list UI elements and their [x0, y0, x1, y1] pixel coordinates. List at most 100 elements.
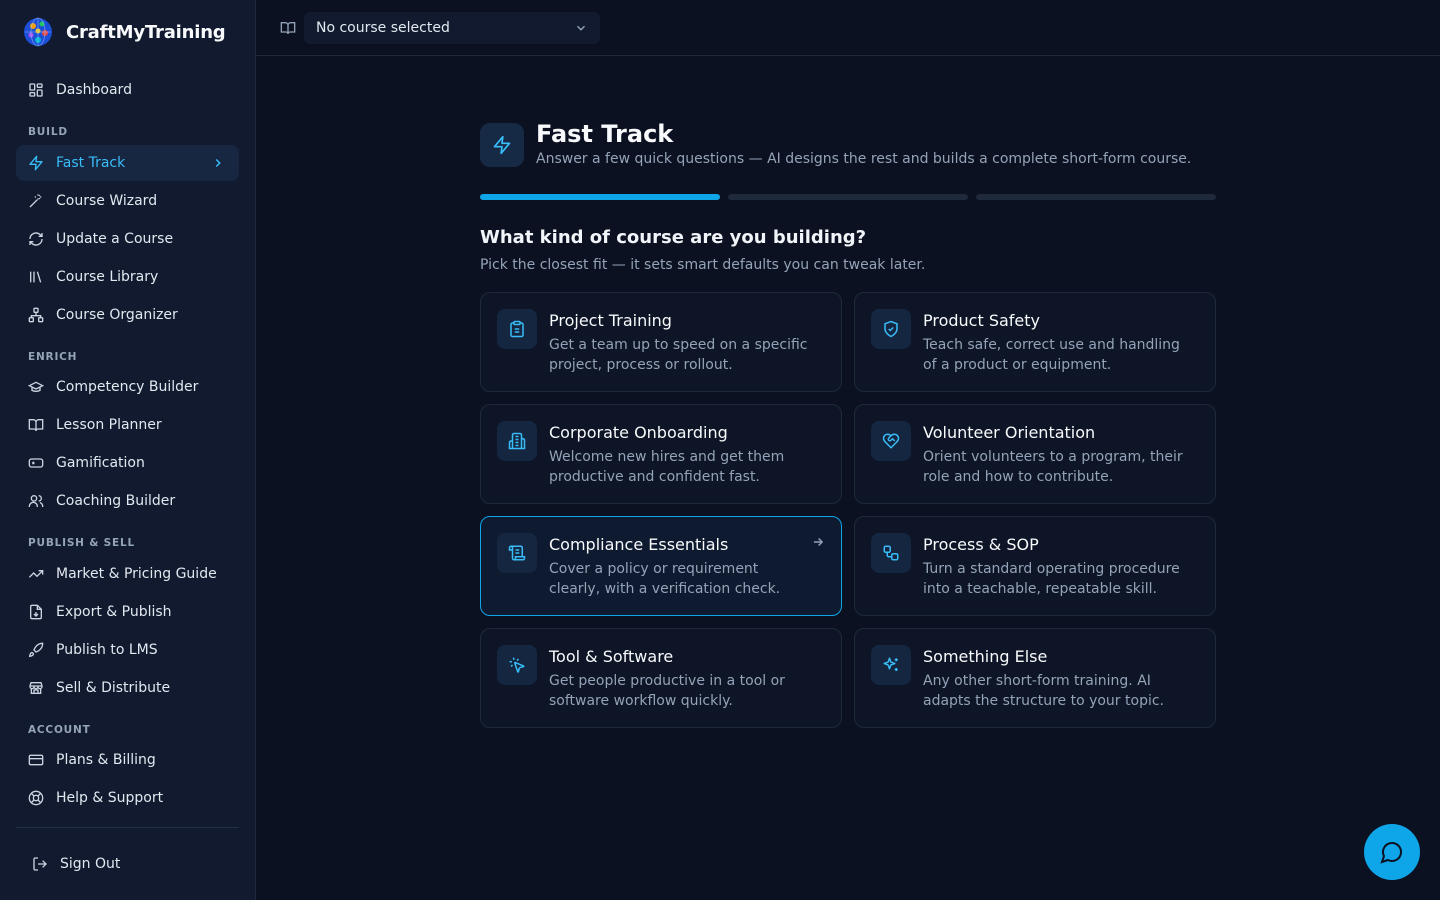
book-open-icon [280, 22, 296, 35]
course-select-value: No course selected [316, 20, 450, 36]
card-description: Any other short-form training. AI adapts… [923, 673, 1164, 709]
users-icon [28, 495, 44, 507]
card-title: Volunteer Orientation [923, 423, 1096, 442]
sign-out-button[interactable]: Sign Out [20, 846, 243, 882]
section-enrich: ENRICH [28, 351, 78, 363]
sidebar-item-coaching-builder[interactable]: Coaching Builder [16, 483, 239, 519]
sidebar-item-label: Gamification [56, 455, 145, 471]
sidebar-item-market-pricing[interactable]: Market & Pricing Guide [16, 556, 239, 592]
file-export-icon [30, 604, 42, 620]
card-description: Get people productive in a tool or softw… [549, 673, 785, 709]
card-description: Turn a standard operating procedure into… [923, 561, 1180, 597]
network-icon [28, 307, 44, 323]
brand[interactable]: CraftMyTraining [22, 16, 226, 48]
card-volunteer-orientation[interactable]: Volunteer Orientation Orient volunteers … [854, 404, 1216, 504]
topbar: No course selected [256, 0, 1440, 56]
scroll-icon [508, 545, 526, 561]
card-corporate-onboarding[interactable]: Corporate Onboarding Welcome new hires a… [480, 404, 842, 504]
zap-icon [493, 135, 511, 155]
layout-grid-icon [29, 83, 43, 97]
card-icon-box [497, 309, 537, 349]
card-icon-box [871, 645, 911, 685]
sidebar-item-export-publish[interactable]: Export & Publish [16, 594, 239, 630]
store-icon [29, 682, 43, 694]
brand-name: CraftMyTraining [66, 21, 226, 43]
sidebar-item-label: Lesson Planner [56, 417, 162, 433]
gamepad-icon [28, 458, 44, 468]
card-title: Compliance Essentials [549, 535, 729, 554]
sidebar-item-label: Coaching Builder [56, 493, 176, 509]
sidebar-item-label: Export & Publish [56, 604, 172, 620]
sidebar-item-course-wizard[interactable]: Course Wizard [16, 183, 239, 219]
sidebar: CraftMyTraining Dashboard BUILD Fast Tra… [0, 0, 256, 900]
book-open-icon [28, 419, 44, 432]
card-description: Teach safe, correct use and handling of … [923, 337, 1180, 373]
arrow-right-icon [813, 537, 824, 547]
card-product-safety[interactable]: Product Safety Teach safe, correct use a… [854, 292, 1216, 392]
sidebar-item-label: Plans & Billing [56, 752, 156, 768]
sidebar-item-fast-track[interactable]: Fast Track [16, 145, 239, 181]
sidebar-item-lesson-planner[interactable]: Lesson Planner [16, 407, 239, 443]
sidebar-item-publish-lms[interactable]: Publish to LMS [16, 632, 239, 668]
card-something-else[interactable]: Something Else Any other short-form trai… [854, 628, 1216, 728]
graduation-cap-icon [28, 381, 44, 392]
sign-out-label: Sign Out [60, 856, 121, 872]
sidebar-item-update-course[interactable]: Update a Course [16, 221, 239, 257]
log-out-icon [33, 857, 47, 871]
sidebar-item-label: Course Wizard [56, 193, 158, 209]
sidebar-item-course-library[interactable]: Course Library [16, 259, 239, 295]
refresh-icon [29, 232, 43, 246]
card-title: Tool & Software [549, 647, 674, 666]
section-build: BUILD [28, 126, 68, 138]
card-compliance-essentials[interactable]: Compliance Essentials Cover a policy or … [480, 516, 842, 616]
card-tool-software[interactable]: Tool & Software Get people productive in… [480, 628, 842, 728]
progress-step-3 [976, 194, 1216, 200]
card-title: Product Safety [923, 311, 1041, 330]
building-icon [508, 432, 526, 450]
card-process-sop[interactable]: Process & SOP Turn a standard operating … [854, 516, 1216, 616]
chat-support-button[interactable] [1364, 824, 1420, 880]
card-title: Process & SOP [923, 535, 1039, 554]
sidebar-divider [16, 827, 239, 828]
sidebar-item-course-organizer[interactable]: Course Organizer [16, 297, 239, 333]
shield-check-icon [884, 320, 898, 338]
card-description: Cover a policy or requirement clearly, w… [549, 561, 781, 597]
heart-handshake-icon [882, 433, 900, 449]
sidebar-item-gamification[interactable]: Gamification [16, 445, 239, 481]
life-buoy-icon [28, 790, 44, 806]
card-icon-box [871, 533, 911, 573]
globe-logo-icon [24, 17, 52, 47]
trending-up-icon [28, 570, 44, 578]
sidebar-item-competency-builder[interactable]: Competency Builder [16, 369, 239, 405]
card-description: Orient volunteers to a program, their ro… [923, 449, 1183, 485]
card-description: Get a team up to speed on a specific pro… [549, 337, 808, 373]
wand-icon [29, 194, 42, 208]
workflow-icon [883, 545, 899, 561]
chevron-down-icon [576, 25, 586, 31]
sidebar-item-plans-billing[interactable]: Plans & Billing [16, 742, 239, 778]
sidebar-item-label: Sell & Distribute [56, 680, 171, 696]
sidebar-item-help-support[interactable]: Help & Support [16, 780, 239, 816]
card-title: Corporate Onboarding [549, 423, 728, 442]
card-icon-box [871, 421, 911, 461]
rocket-icon [28, 642, 44, 658]
section-publish-sell: PUBLISH & SELL [28, 537, 135, 549]
sidebar-item-label: Publish to LMS [56, 642, 158, 658]
sidebar-item-label: Fast Track [56, 155, 126, 171]
card-description: Welcome new hires and get them productiv… [549, 449, 785, 485]
question-hint: Pick the closest fit — it sets smart def… [480, 257, 926, 273]
clipboard-icon [510, 320, 524, 338]
card-icon-box [871, 309, 911, 349]
course-select[interactable]: No course selected [304, 12, 600, 44]
library-icon [30, 271, 42, 283]
sidebar-item-sell-distribute[interactable]: Sell & Distribute [16, 670, 239, 706]
sparkles-icon [883, 657, 898, 671]
sidebar-item-dashboard[interactable]: Dashboard [16, 72, 239, 108]
pointer-click-icon [509, 657, 525, 673]
section-account: ACCOUNT [28, 724, 91, 736]
page-subtitle: Answer a few quick questions — AI design… [536, 151, 1192, 167]
progress-step-2 [728, 194, 968, 200]
sidebar-item-label: Course Organizer [56, 307, 178, 323]
chevron-right-icon [215, 158, 221, 168]
card-project-training[interactable]: Project Training Get a team up to speed … [480, 292, 842, 392]
